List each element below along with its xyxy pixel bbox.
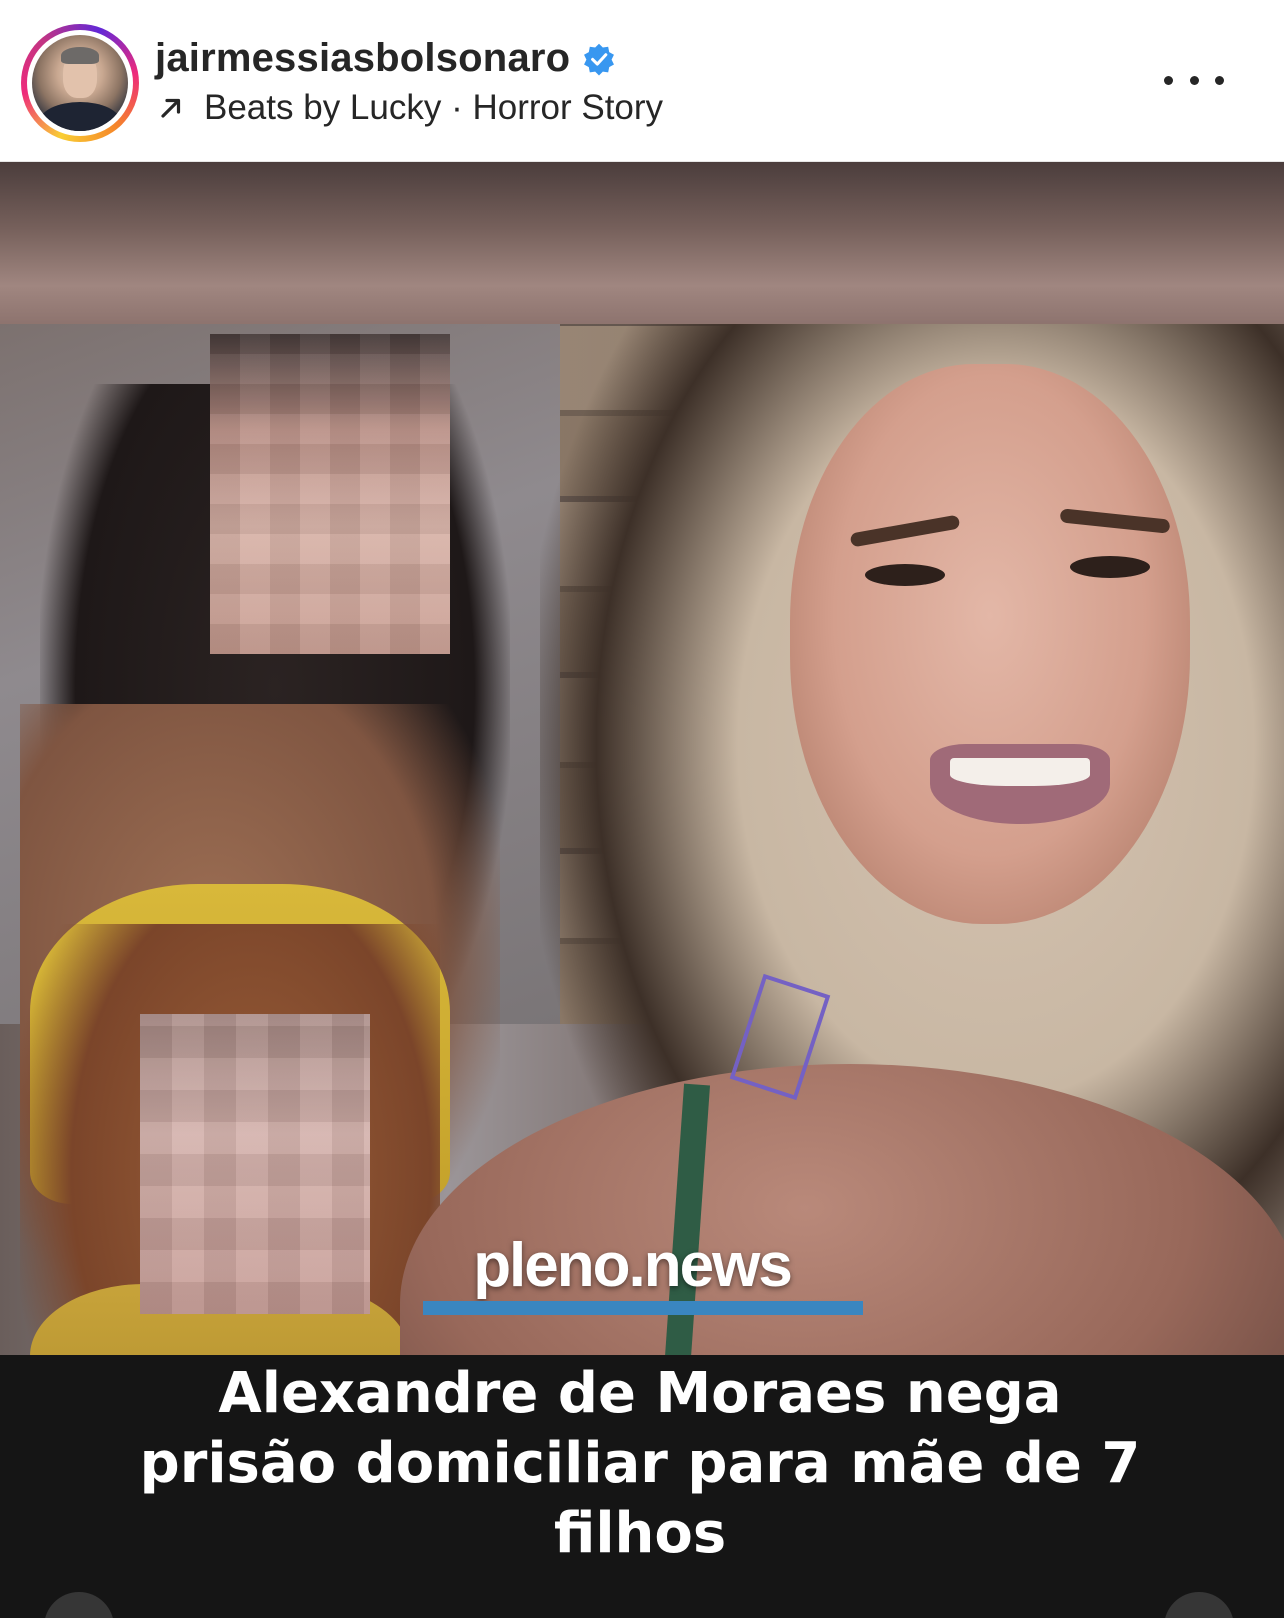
pixelated-face <box>210 334 450 654</box>
more-options-icon[interactable] <box>1164 60 1224 100</box>
blurred-background <box>0 162 1284 327</box>
username-row: jairmessiasbolsonaro <box>155 36 616 81</box>
audio-separator: · <box>441 88 473 127</box>
post-media[interactable]: pleno.news Alexandre de Moraes nega pris… <box>0 162 1284 1618</box>
verified-badge-icon <box>584 43 615 75</box>
audio-artist: Beats by Lucky <box>204 88 442 127</box>
profile-avatar[interactable] <box>32 35 128 131</box>
pleno-news-logo: pleno.news <box>473 1231 793 1300</box>
logo-underline <box>423 1301 863 1315</box>
news-headline: Alexandre de Moraes nega prisão domicili… <box>139 1361 1141 1566</box>
post-header: jairmessiasbolsonaro Beats by Lucky · Ho… <box>0 0 1284 162</box>
arrow-up-right-icon <box>161 98 181 118</box>
post-photo <box>0 324 1284 1517</box>
audio-attribution[interactable]: Beats by Lucky · Horror Story <box>158 88 663 128</box>
story-ring[interactable] <box>21 24 139 142</box>
username-link[interactable]: jairmessiasbolsonaro <box>155 36 570 81</box>
audio-track: Horror Story <box>472 88 664 127</box>
